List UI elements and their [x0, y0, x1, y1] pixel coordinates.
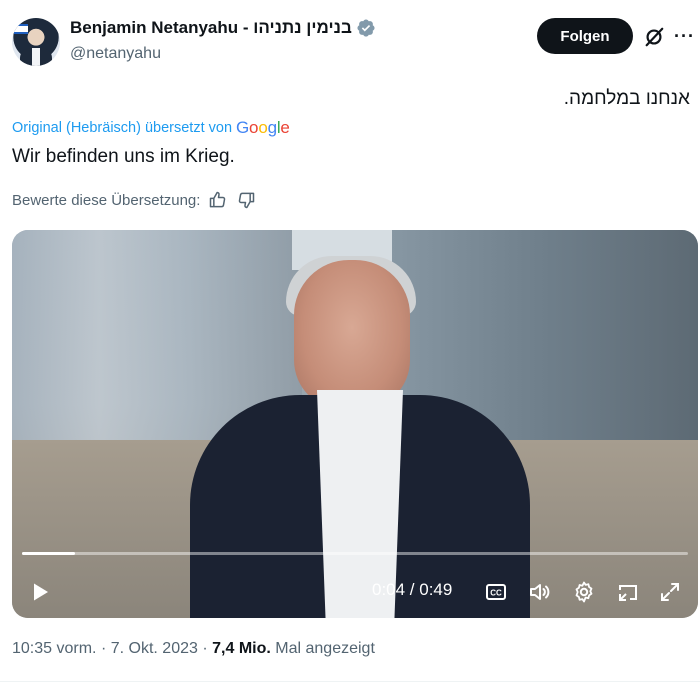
- rate-translation-row: Bewerte diese Übersetzung:: [12, 190, 256, 210]
- tweet-date[interactable]: 7. Okt. 2023: [111, 640, 198, 657]
- thumbs-down-icon[interactable]: [236, 190, 256, 210]
- tweet-header: Benjamin Netanyahu - בנימין נתניהו @neta…: [12, 14, 700, 74]
- thumbs-up-icon[interactable]: [208, 190, 228, 210]
- tweet-time[interactable]: 10:35 vorm.: [12, 640, 96, 657]
- verified-badge-icon: [357, 19, 375, 37]
- volume-icon[interactable]: [528, 580, 552, 604]
- fullscreen-icon[interactable]: [658, 580, 682, 604]
- play-icon[interactable]: [28, 580, 52, 604]
- picture-in-picture-icon[interactable]: [616, 580, 640, 604]
- translated-text: Wir befinden uns im Krieg.: [12, 146, 235, 167]
- translation-attribution[interactable]: Original (Hebräisch) übersetzt von Googl…: [12, 118, 290, 138]
- rate-translation-label: Bewerte diese Übersetzung:: [12, 191, 201, 209]
- video-progress-bar[interactable]: [22, 552, 688, 555]
- follow-button[interactable]: Folgen: [537, 18, 633, 54]
- author-name[interactable]: Benjamin Netanyahu - בנימין נתניהו: [70, 18, 352, 38]
- avatar[interactable]: [12, 18, 60, 66]
- video-time: 0:04 / 0:49: [372, 580, 453, 599]
- tweet-original-text: אנחנו במלחמה.: [563, 88, 690, 109]
- view-count: 7,4 Mio.: [212, 640, 271, 657]
- grok-icon[interactable]: [643, 26, 665, 48]
- tweet-meta: 10:35 vorm. · 7. Okt. 2023 · 7,4 Mio. Ma…: [12, 640, 375, 657]
- translation-source-label[interactable]: Original (Hebräisch) übersetzt von: [12, 120, 232, 136]
- author-handle[interactable]: @netanyahu: [70, 45, 161, 63]
- flag-icon: [14, 24, 28, 34]
- video-player[interactable]: 0:04 / 0:49 CC: [12, 230, 698, 618]
- more-options-icon[interactable]: ···: [674, 24, 698, 48]
- author-name-row[interactable]: Benjamin Netanyahu - בנימין נתניהו: [70, 18, 376, 38]
- captions-icon[interactable]: CC: [484, 580, 508, 604]
- svg-text:CC: CC: [490, 589, 502, 598]
- video-progress-fill: [22, 552, 76, 555]
- view-count-label: Mal angezeigt: [275, 640, 375, 657]
- settings-icon[interactable]: [572, 580, 596, 604]
- google-logo: Google: [236, 118, 290, 137]
